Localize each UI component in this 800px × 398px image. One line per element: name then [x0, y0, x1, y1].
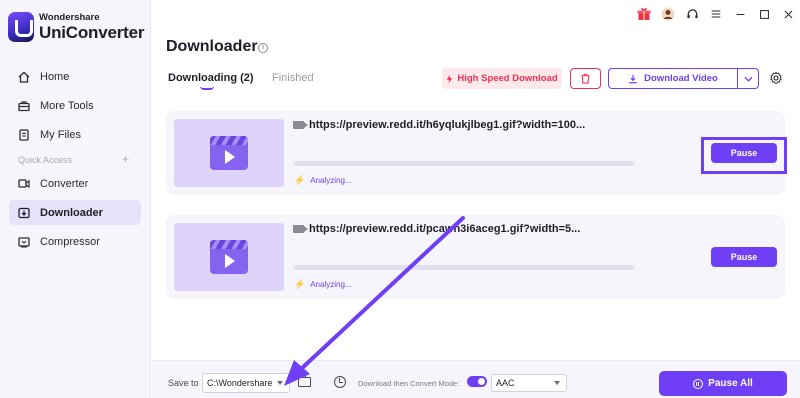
lightning-icon: ⚡ [294, 175, 306, 185]
save-path-value: C:\Wondershare [207, 378, 273, 388]
sidebar-item-more-tools[interactable]: More Tools [9, 93, 141, 118]
gift-icon[interactable] [632, 5, 656, 23]
download-options-dropdown[interactable] [737, 68, 759, 89]
chevron-down-icon [743, 76, 753, 82]
page-title: Downloader [166, 38, 258, 55]
schedule-clock-icon[interactable] [334, 376, 346, 388]
status-text: Analyzing... [310, 176, 352, 185]
pause-button[interactable]: Pause [711, 247, 777, 267]
tab-label: Downloading [168, 72, 238, 84]
lightning-icon [447, 74, 453, 83]
download-url: https://preview.redd.it/pcawn3i6aceg1.gi… [309, 223, 581, 235]
video-camera-icon [293, 225, 308, 233]
pause-all-button[interactable]: Pause All [659, 371, 787, 396]
headset-icon[interactable] [680, 5, 704, 23]
gear-icon [770, 71, 782, 84]
folder-icon[interactable] [298, 374, 311, 387]
avatar-icon[interactable] [656, 5, 680, 23]
format-value: AAC [496, 378, 515, 388]
sidebar-item-label: More Tools [40, 99, 94, 112]
video-clapper-icon [210, 136, 248, 170]
sidebar-item-label: Converter [40, 177, 89, 190]
download-item: https://preview.redd.it/h6yqlukjlbeg1.gi… [166, 111, 785, 195]
menu-icon[interactable] [704, 5, 728, 23]
pause-all-label: Pause All [708, 378, 753, 389]
sidebar-item-label: Compressor [40, 235, 100, 248]
video-thumbnail [174, 223, 284, 291]
sidebar-item-converter[interactable]: Converter [9, 171, 141, 196]
sidebar: Wondershare UniConverter Home More Tools… [0, 0, 151, 398]
home-icon [18, 71, 30, 83]
sidebar-item-label: Downloader [40, 206, 103, 219]
download-status: ⚡ Analyzing... [294, 279, 352, 290]
download-video-button[interactable]: Download Video [608, 68, 738, 89]
high-speed-label: High Speed Download [457, 73, 558, 84]
quick-access-label: Quick Access [18, 155, 73, 165]
titlebar-icons [632, 5, 800, 23]
close-icon[interactable] [776, 5, 800, 23]
download-item: https://preview.redd.it/pcawn3i6aceg1.gi… [166, 215, 785, 299]
progress-bar [294, 265, 634, 270]
lightning-icon: ⚡ [294, 279, 306, 289]
delete-button[interactable] [570, 68, 601, 89]
tab-active-indicator [200, 86, 214, 90]
compressor-icon [18, 236, 30, 248]
status-text: Analyzing... [310, 280, 352, 289]
app-logo: Wondershare UniConverter [8, 12, 144, 42]
tab-downloading[interactable]: Downloading (2) [168, 72, 254, 84]
brand-top: Wondershare [39, 12, 100, 24]
video-thumbnail [174, 119, 284, 187]
progress-bar [294, 161, 634, 166]
high-speed-download-button[interactable]: High Speed Download [442, 68, 562, 89]
downloader-icon [18, 207, 30, 218]
info-icon[interactable]: i [258, 43, 268, 53]
sidebar-item-my-files[interactable]: My Files [9, 122, 141, 147]
uniconverter-logo-icon [8, 12, 34, 42]
sidebar-item-home[interactable]: Home [9, 64, 141, 89]
download-url: https://preview.redd.it/h6yqlukjlbeg1.gi… [309, 119, 586, 131]
add-quick-access-icon[interactable]: + [122, 152, 129, 166]
sidebar-item-label: Home [40, 70, 70, 83]
pause-circle-icon [693, 378, 704, 389]
sidebar-item-downloader[interactable]: Downloader [9, 200, 141, 225]
download-icon [629, 74, 637, 83]
brand-main: UniConverter [39, 22, 145, 42]
download-video-label: Download Video [644, 73, 718, 84]
tab-finished[interactable]: Finished [272, 72, 314, 84]
save-to-label: Save to [168, 378, 199, 388]
sidebar-item-label: My Files [40, 128, 81, 141]
save-path-select[interactable]: C:\Wondershare [202, 373, 290, 393]
tab-count: (2) [240, 72, 254, 84]
video-camera-icon [293, 121, 308, 129]
settings-button[interactable] [768, 70, 784, 86]
minimize-icon[interactable] [728, 5, 752, 23]
chevron-down-icon [554, 381, 560, 385]
sidebar-item-compressor[interactable]: Compressor [9, 229, 141, 254]
chevron-down-icon [277, 381, 283, 385]
highlight-annotation [701, 137, 787, 174]
files-icon [19, 128, 29, 141]
trash-icon [581, 73, 590, 84]
tab-label: Finished [272, 72, 314, 84]
download-status: ⚡ Analyzing... [294, 175, 352, 186]
converter-icon [18, 178, 30, 188]
convert-mode-toggle[interactable] [467, 376, 487, 387]
format-select[interactable]: AAC [491, 374, 567, 392]
maximize-icon[interactable] [752, 5, 776, 23]
video-clapper-icon [210, 240, 248, 274]
convert-mode-label: Download then Convert Mode: [358, 379, 460, 388]
toolbox-icon [18, 100, 30, 111]
